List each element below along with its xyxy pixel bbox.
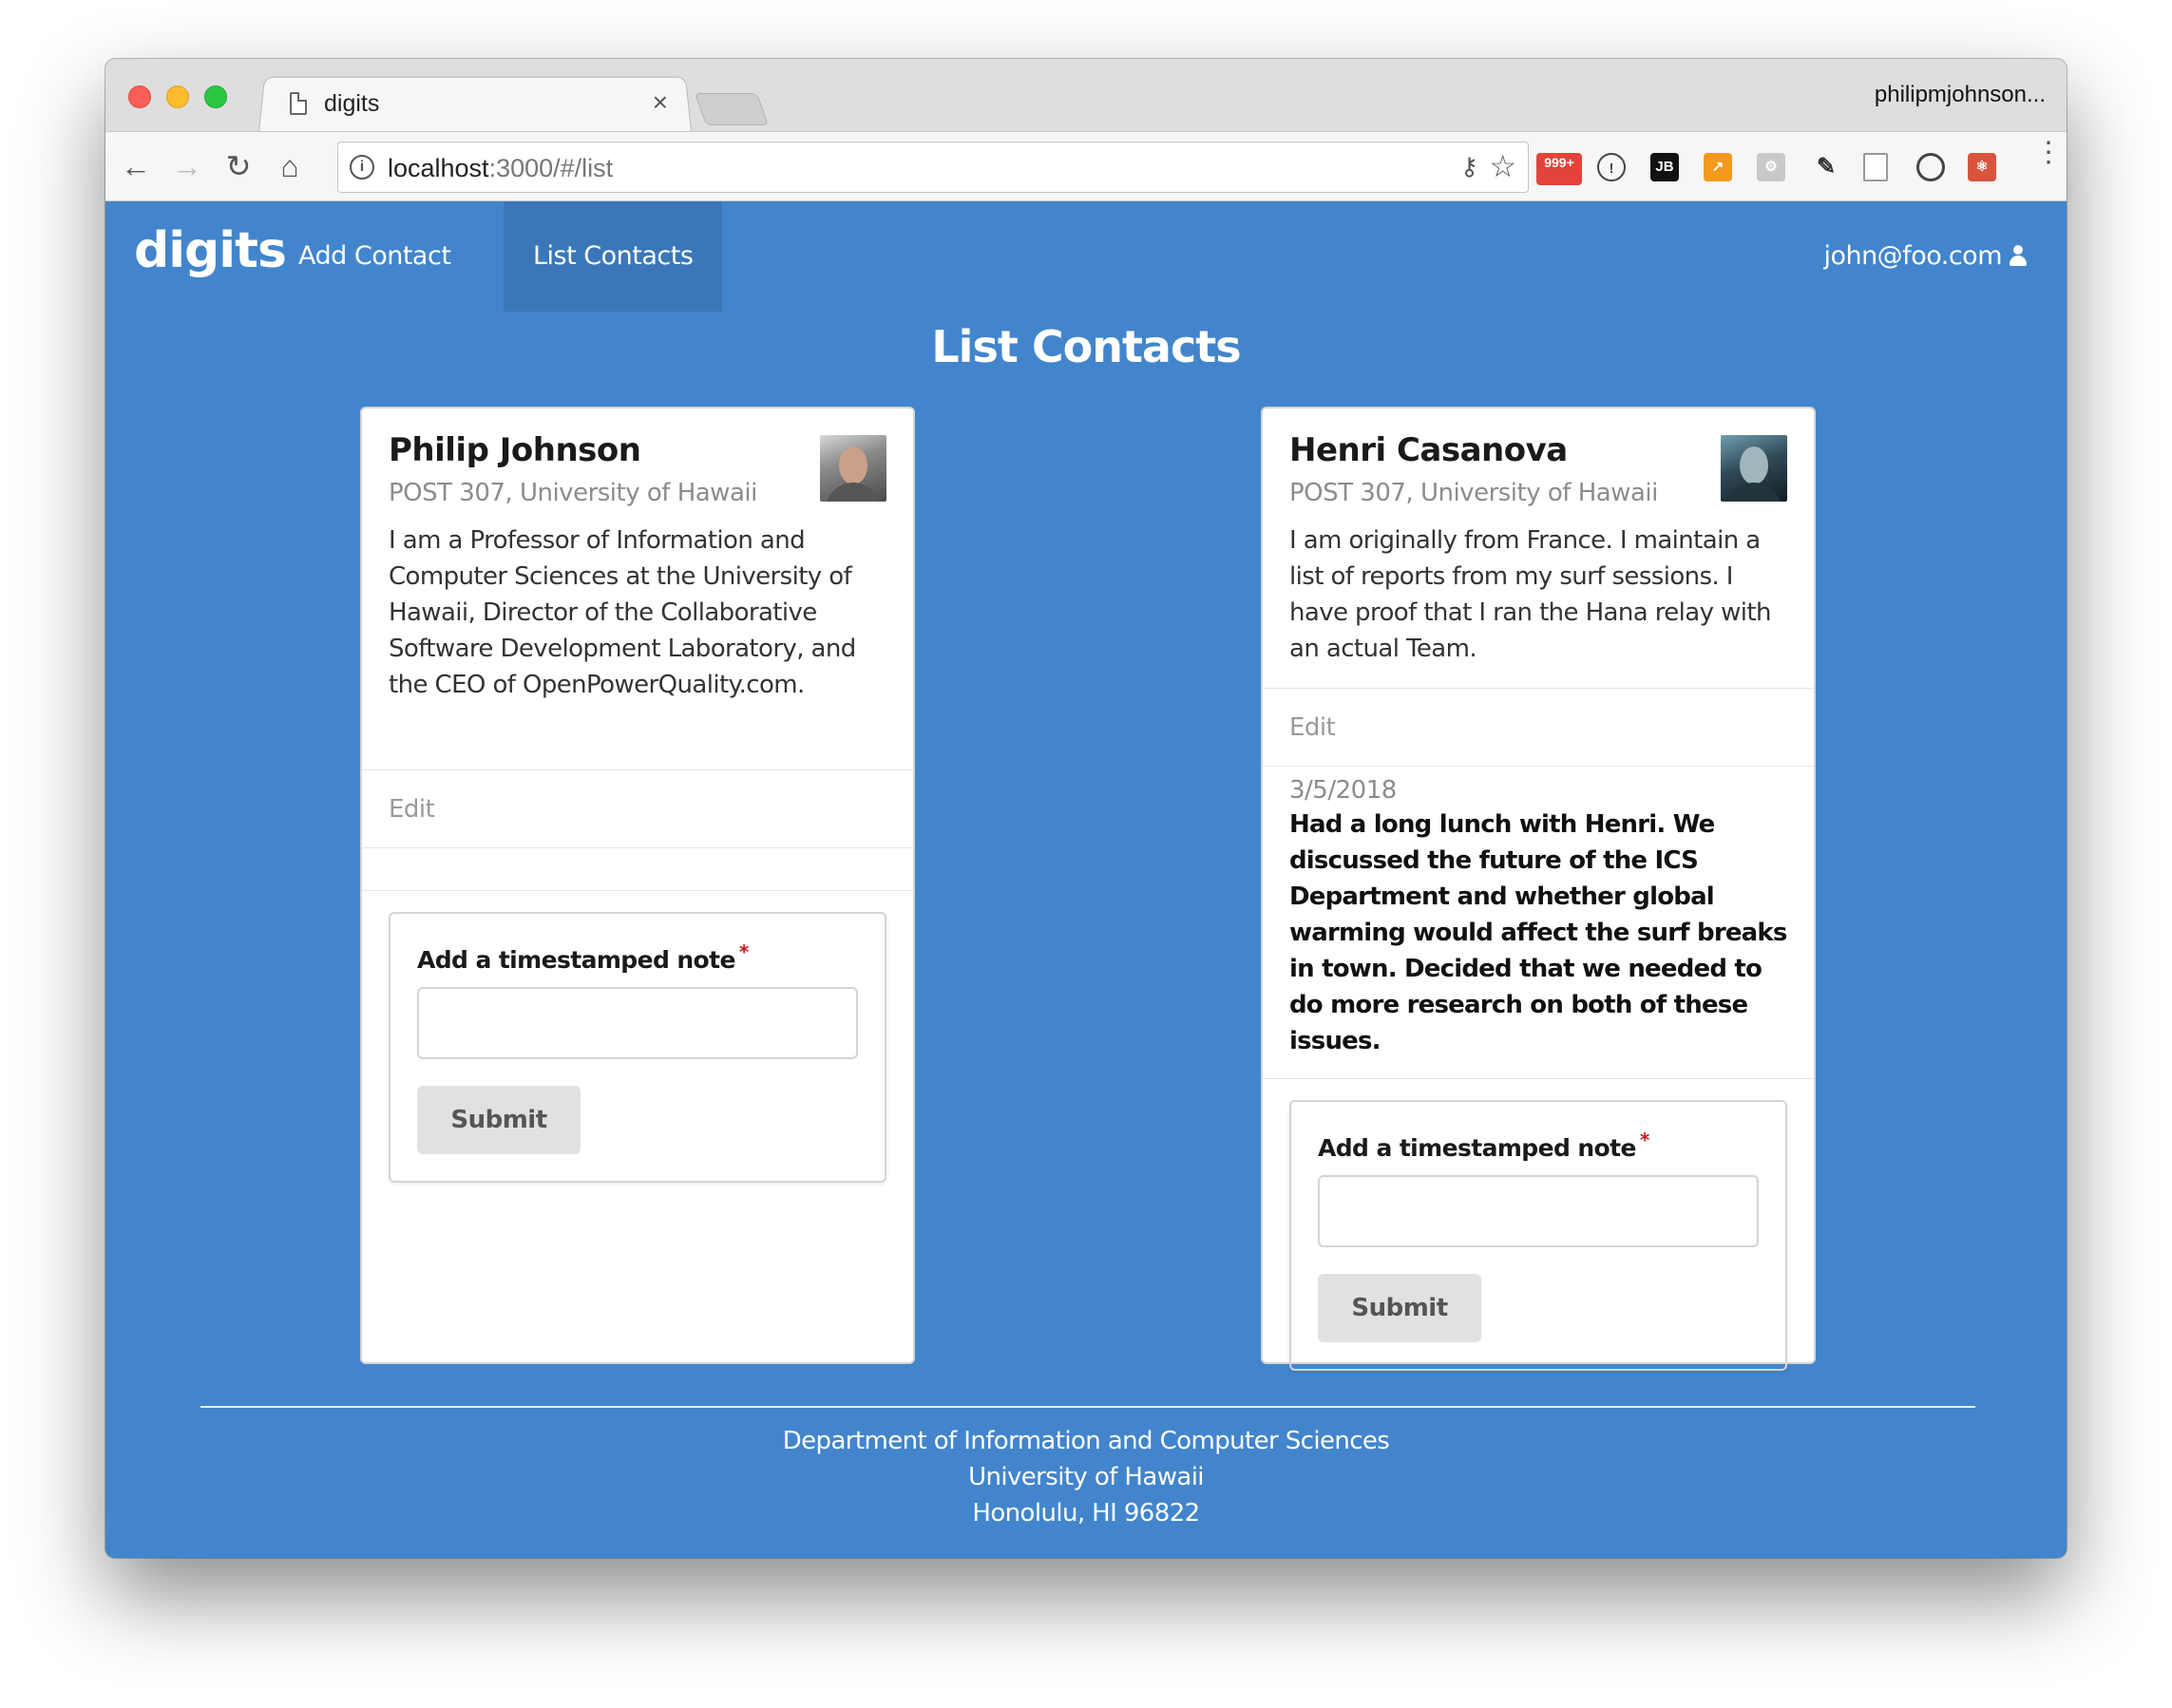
- maximize-window-button[interactable]: [204, 85, 227, 108]
- contact-avatar: [1721, 435, 1787, 502]
- document-icon[interactable]: [1863, 153, 1888, 181]
- tab-close-icon[interactable]: ×: [653, 87, 668, 118]
- edit-section: Edit: [1263, 688, 1814, 766]
- contact-avatar: [820, 435, 886, 502]
- footer-line-address: Honolulu, HI 96822: [972, 1499, 1200, 1528]
- url-host: localhost: [388, 154, 489, 182]
- note-field-label: Add a timestamped note *: [1318, 1129, 1759, 1162]
- footer: Department of Information and Computer S…: [105, 1423, 2067, 1531]
- browser-window: digits × philipmjohnson... ← → ↻ ⌂ i loc…: [105, 59, 2067, 1558]
- close-window-button[interactable]: [128, 85, 151, 108]
- url-path: :3000/#/list: [488, 154, 614, 182]
- contact-card: Henri Casanova POST 307, University of H…: [1261, 407, 1816, 1371]
- edit-link[interactable]: Edit: [1289, 713, 1336, 742]
- submit-button[interactable]: Submit: [1318, 1274, 1481, 1342]
- edit-section: Edit: [362, 769, 913, 847]
- avatar-face: [1740, 446, 1768, 484]
- contact-name: Henri Casanova: [1289, 431, 1568, 469]
- eyedropper-icon[interactable]: ✎: [1812, 153, 1840, 181]
- user-email: john@foo.com: [1823, 241, 2002, 271]
- nav-list-contacts[interactable]: List Contacts: [504, 201, 723, 312]
- required-mark: *: [738, 940, 749, 963]
- note-form: Add a timestamped note * Submit: [1289, 1100, 1787, 1371]
- key-icon[interactable]: ⚷: [1460, 152, 1478, 181]
- reload-icon[interactable]: ↻: [219, 147, 257, 185]
- top-navbar: digits Add Contact List Contacts john@fo…: [105, 201, 2067, 312]
- nav-add-contact[interactable]: Add Contact: [269, 201, 480, 312]
- note-input[interactable]: [1318, 1175, 1759, 1247]
- user-menu[interactable]: john@foo.com: [1823, 201, 2027, 312]
- react-devtools-icon[interactable]: ⚛: [1968, 153, 1996, 181]
- note-label-text: Add a timestamped note: [417, 946, 735, 974]
- page-title: List Contacts: [931, 321, 1241, 372]
- note-form: Add a timestamped note * Submit: [389, 912, 886, 1183]
- card-content: Philip Johnson POST 307, University of H…: [362, 408, 913, 769]
- tab-title: digits: [324, 89, 380, 117]
- submit-button[interactable]: Submit: [417, 1086, 581, 1154]
- extension-icon[interactable]: ⚙: [1757, 153, 1785, 181]
- footer-divider: [200, 1406, 1975, 1408]
- note-label-text: Add a timestamped note: [1318, 1134, 1636, 1162]
- edit-link[interactable]: Edit: [389, 795, 435, 824]
- home-icon[interactable]: ⌂: [271, 147, 309, 185]
- forward-icon[interactable]: →: [168, 147, 206, 185]
- note-item: 3/5/2018 Had a long lunch with Henri. We…: [1263, 767, 1814, 1078]
- note-input[interactable]: [417, 987, 858, 1059]
- note-field-label: Add a timestamped note *: [417, 940, 858, 974]
- required-mark: *: [1639, 1129, 1649, 1151]
- card-content: Henri Casanova POST 307, University of H…: [1263, 408, 1814, 688]
- tab-strip: digits × philipmjohnson...: [105, 59, 2067, 134]
- contact-description: I am a Professor of Information and Comp…: [389, 526, 856, 699]
- new-tab-button[interactable]: [694, 93, 770, 125]
- minimize-window-button[interactable]: [166, 85, 189, 108]
- footer-line-university: University of Hawaii: [968, 1463, 1204, 1491]
- address-bar[interactable]: i localhost:3000/#/list ⚷ ☆: [337, 142, 1529, 193]
- contact-description: I am originally from France. I maintain …: [1289, 526, 1771, 663]
- footer-line-department: Department of Information and Computer S…: [782, 1427, 1390, 1455]
- notes-list: [362, 847, 913, 890]
- avatar-face: [839, 446, 867, 484]
- page-icon: [290, 92, 307, 115]
- page-content: digits Add Contact List Contacts john@fo…: [105, 201, 2067, 1558]
- extension-badge-icon[interactable]: 999+: [1536, 153, 1582, 185]
- url-text[interactable]: localhost:3000/#/list: [388, 154, 613, 183]
- browser-toolbar: ← → ↻ ⌂ i localhost:3000/#/list ⚷ ☆ 999+…: [105, 131, 2067, 201]
- browser-tab[interactable]: digits ×: [276, 76, 676, 131]
- notes-list: 3/5/2018 Had a long lunch with Henri. We…: [1263, 766, 1814, 1078]
- brand-logo[interactable]: digits: [134, 222, 287, 279]
- back-icon[interactable]: ←: [117, 147, 155, 185]
- contact-name: Philip Johnson: [389, 431, 641, 469]
- contact-address: POST 307, University of Hawaii: [389, 479, 757, 507]
- jetbrains-icon[interactable]: JB: [1650, 153, 1679, 181]
- avatar-shoulders: [1726, 483, 1781, 502]
- contact-card: Philip Johnson POST 307, University of H…: [360, 407, 915, 1364]
- note-text: Had a long lunch with Henri. We discusse…: [1289, 810, 1787, 1055]
- note-date: 3/5/2018: [1289, 776, 1397, 805]
- analytics-icon[interactable]: ↗: [1704, 153, 1732, 181]
- user-icon: [2010, 245, 2027, 266]
- menu-icon[interactable]: ⋮: [2034, 139, 2063, 167]
- info-icon[interactable]: i: [350, 155, 374, 180]
- onepassword-icon[interactable]: !: [1597, 153, 1626, 181]
- note-form-section: Add a timestamped note * Submit: [1263, 1078, 1814, 1371]
- notes-empty: [362, 848, 913, 890]
- star-icon[interactable]: ☆: [1489, 148, 1516, 184]
- profile-name[interactable]: philipmjohnson...: [1875, 82, 2046, 108]
- note-form-section: Add a timestamped note * Submit: [362, 890, 913, 1183]
- avatar-shoulders: [826, 483, 881, 502]
- sync-icon[interactable]: [1916, 153, 1945, 181]
- contact-address: POST 307, University of Hawaii: [1289, 479, 1658, 507]
